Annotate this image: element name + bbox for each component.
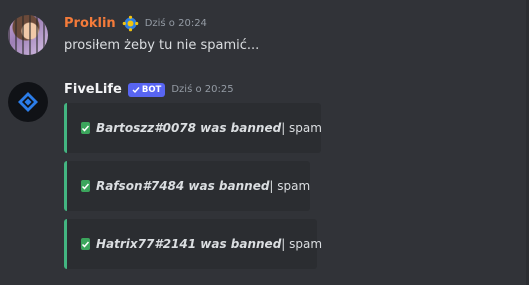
embed-reason: | spam — [269, 179, 311, 193]
check-mark-icon — [81, 122, 90, 134]
bot-tag-label: BOT — [141, 84, 162, 95]
timestamp[interactable]: Dziś o 20:25 — [171, 84, 233, 95]
embed-ban-text: Hatrix77#2141 was banned — [96, 237, 282, 251]
embed-ban-text: Bartoszz#0078 was banned — [96, 121, 282, 135]
message-text: prosiłem żeby tu nie spamić... — [64, 38, 260, 53]
check-mark-icon — [81, 180, 90, 192]
message-header: FiveLife BOT Dziś o 20:25 — [64, 82, 234, 97]
bot-avatar[interactable] — [8, 82, 48, 122]
timestamp[interactable]: Dziś o 20:24 — [145, 18, 207, 29]
embed-reason: | spam — [281, 237, 323, 251]
message-header: Proklin Dziś o 20:24 — [64, 15, 207, 32]
server-badge-icon[interactable] — [122, 15, 139, 32]
check-mark-icon — [81, 238, 90, 250]
username[interactable]: Proklin — [64, 16, 116, 31]
verified-check-icon — [132, 86, 140, 93]
embed: Bartoszz#0078 was banned | spam — [64, 103, 322, 153]
bot-tag: BOT — [127, 82, 166, 97]
embed-ban-text: Rafson#7484 was banned — [96, 179, 270, 193]
embed: Rafson#7484 was banned | spam — [64, 161, 310, 211]
embed-reason: | spam — [281, 121, 322, 135]
embed: Hatrix77#2141 was banned | spam — [64, 219, 322, 269]
username[interactable]: FiveLife — [64, 82, 122, 97]
bot-avatar-diamond-icon — [18, 92, 38, 112]
user-avatar[interactable] — [8, 15, 48, 55]
